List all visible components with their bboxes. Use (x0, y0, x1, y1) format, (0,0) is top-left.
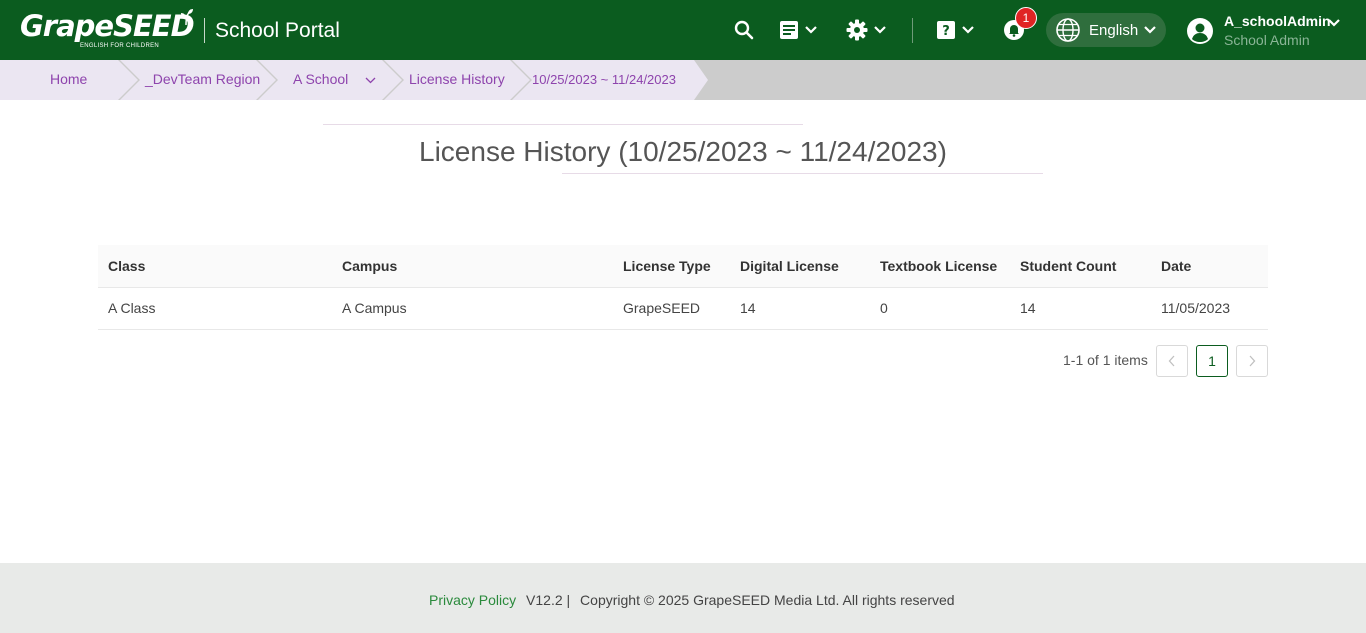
column-header-textbook-license[interactable]: Textbook License (870, 245, 1010, 288)
logo-tagline: ENGLISH FOR CHILDREN (80, 43, 160, 49)
language-label: English (1089, 21, 1139, 39)
chevron-left-icon (1168, 355, 1175, 367)
chevron-down-icon (1328, 19, 1340, 27)
logo-divider (204, 18, 205, 43)
column-header-license-type[interactable]: License Type (613, 245, 730, 288)
chevron-down-icon[interactable] (365, 77, 376, 84)
page-title: License History (10/25/2023 ~ 11/24/2023… (419, 136, 947, 167)
chevron-down-icon (805, 26, 817, 34)
user-name: A_schoolAdmin (1224, 13, 1331, 29)
top-header: GrapeSEED ENGLISH FOR CHILDREN School Po… (0, 0, 1366, 60)
version-label: V12.2 | (526, 592, 571, 608)
table-row: A Class A Campus GrapeSEED 14 0 14 11/05… (98, 287, 1268, 330)
help-menu-button[interactable]: ? (936, 18, 974, 42)
settings-menu-button[interactable] (846, 18, 886, 42)
search-icon (734, 20, 754, 40)
title-decoration-top (323, 124, 803, 125)
globe-icon (1056, 18, 1080, 42)
notification-badge: 1 (1015, 7, 1037, 29)
column-header-student-count[interactable]: Student Count (1010, 245, 1151, 288)
chevron-down-icon (874, 26, 886, 34)
leaf-icon (181, 9, 193, 26)
logo-text: GrapeSEED (20, 9, 195, 43)
breadcrumb-date-range: 10/25/2023 ~ 11/24/2023 (532, 72, 676, 87)
column-header-class[interactable]: Class (98, 245, 332, 288)
chevron-down-icon (1144, 26, 1156, 34)
footer: Privacy Policy V12.2 | Copyright © 2025 … (0, 563, 1366, 633)
cell-textbook-license: 0 (870, 287, 1010, 330)
user-menu[interactable]: A_schoolAdmin School Admin (1186, 12, 1340, 50)
cell-license-type: GrapeSEED (613, 287, 730, 330)
cell-campus: A Campus (332, 287, 613, 330)
breadcrumb-region[interactable]: _DevTeam Region (145, 71, 260, 87)
cell-digital-license: 14 (730, 287, 870, 330)
table-header-row: Class Campus License Type Digital Licens… (98, 245, 1268, 288)
privacy-policy-link[interactable]: Privacy Policy (429, 592, 516, 608)
copyright-text: Copyright © 2025 GrapeSEED Media Ltd. Al… (580, 592, 955, 608)
cell-student-count: 14 (1010, 287, 1151, 330)
column-header-campus[interactable]: Campus (332, 245, 613, 288)
pagination-next-button[interactable] (1236, 345, 1268, 377)
gear-icon (846, 19, 868, 41)
breadcrumb-school[interactable]: A School (293, 71, 348, 87)
license-history-table: Class Campus License Type Digital Licens… (98, 245, 1268, 330)
reports-menu-button[interactable] (779, 18, 817, 42)
column-header-date[interactable]: Date (1151, 245, 1268, 288)
chevron-right-icon (1249, 355, 1256, 367)
pagination-page-1[interactable]: 1 (1196, 345, 1228, 377)
portal-title: School Portal (215, 19, 340, 42)
pagination-prev-button[interactable] (1156, 345, 1188, 377)
user-role: School Admin (1224, 32, 1310, 48)
cell-class: A Class (98, 287, 332, 330)
svg-text:?: ? (942, 24, 950, 39)
avatar-icon (1187, 18, 1213, 44)
breadcrumb: Home _DevTeam Region A School License Hi… (0, 60, 1366, 100)
breadcrumb-home[interactable]: Home (50, 71, 87, 87)
header-divider (912, 18, 913, 43)
column-header-digital-license[interactable]: Digital License (730, 245, 870, 288)
grapeseed-logo[interactable]: GrapeSEED ENGLISH FOR CHILDREN (20, 9, 195, 52)
breadcrumb-license-history[interactable]: License History (409, 71, 505, 87)
help-icon: ? (937, 21, 955, 39)
search-button[interactable] (734, 18, 754, 42)
language-selector[interactable]: English (1046, 13, 1166, 47)
cell-date: 11/05/2023 (1151, 287, 1268, 330)
title-decoration-bottom (562, 173, 1043, 174)
document-icon (780, 21, 798, 39)
pagination-info: 1-1 of 1 items (1063, 352, 1148, 368)
chevron-down-icon (962, 26, 974, 34)
